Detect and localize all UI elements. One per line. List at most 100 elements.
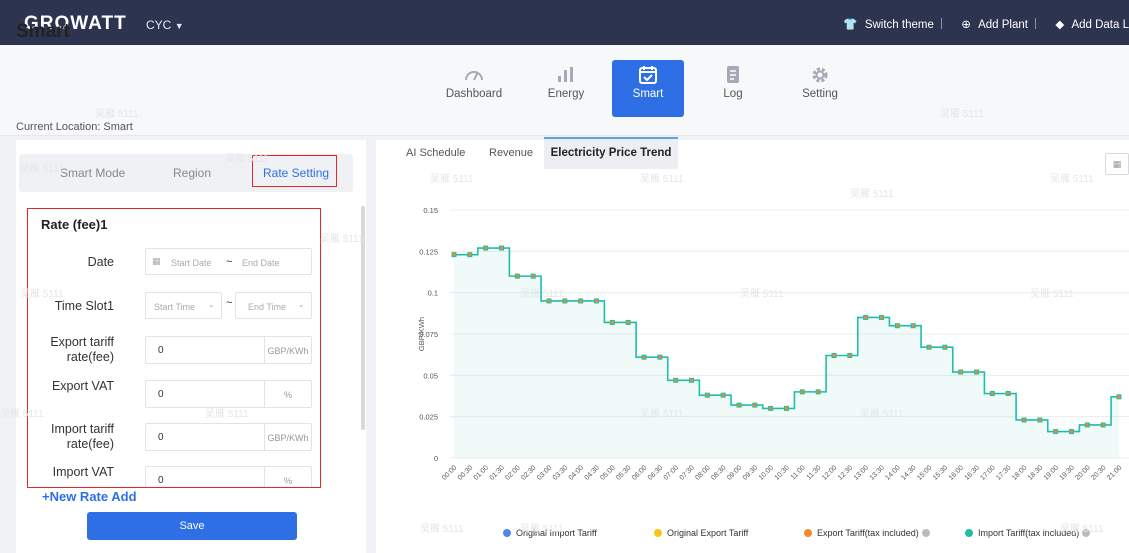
- switch-theme-button[interactable]: 👕 Switch theme: [839, 19, 937, 31]
- import-tariff-input[interactable]: 0 GBP/KWh: [145, 423, 312, 451]
- x-tick-label: 00:30: [457, 464, 474, 481]
- range-separator: ~: [226, 256, 233, 268]
- export-tariff-point: [721, 393, 725, 397]
- export-tariff-value: 0: [158, 345, 164, 356]
- export-tariff-point: [705, 393, 709, 397]
- export-tariff-point: [737, 403, 741, 407]
- export-tariff-point: [674, 378, 678, 382]
- date-range-picker[interactable]: ▦ Start Date ~ End Date: [145, 248, 312, 275]
- nav-setting[interactable]: Setting: [784, 60, 856, 117]
- tab-ai-schedule[interactable]: AI Schedule: [406, 147, 465, 159]
- nav-dashboard[interactable]: Dashboard: [438, 60, 510, 117]
- import-vat-input[interactable]: 0 %: [145, 466, 312, 487]
- export-tariff-point: [800, 390, 804, 394]
- export-tariff-point: [1085, 423, 1089, 427]
- export-tariff-input[interactable]: 0 GBP/KWh: [145, 336, 312, 364]
- add-plant-label: Add Plant: [978, 19, 1028, 31]
- end-time-select[interactable]: End Time ⌄: [235, 292, 312, 319]
- export-tariff-point: [1038, 418, 1042, 422]
- legend-dot: [654, 529, 662, 537]
- divider: [941, 18, 943, 29]
- x-tick-label: 10:00: [758, 464, 775, 481]
- legend-dot: [503, 529, 511, 537]
- x-tick-label: 04:00: [568, 464, 585, 481]
- end-time-placeholder: End Time: [248, 302, 287, 312]
- start-date-placeholder: Start Date: [171, 258, 212, 268]
- legend-export-tax[interactable]: Export Tariff(tax included): [804, 528, 930, 538]
- x-tick-label: 21:00: [1106, 464, 1123, 481]
- export-tariff-point: [658, 355, 662, 359]
- export-tariff-point: [452, 253, 456, 257]
- nav-label: Energy: [547, 88, 585, 100]
- import-vat-value: 0: [158, 475, 164, 486]
- x-tick-label: 08:00: [694, 464, 711, 481]
- watermark-text: 吴雁 5111: [20, 164, 64, 175]
- x-tick-label: 03:00: [536, 464, 553, 481]
- plant-selector[interactable]: CYC ▼: [146, 18, 184, 32]
- tab-region[interactable]: Region: [173, 166, 211, 180]
- bar-chart-icon: [558, 67, 573, 82]
- nav-energy[interactable]: Energy: [530, 60, 602, 117]
- rate-form: Rate (fee)1 Date ▦ Start Date ~ End Date…: [27, 208, 321, 488]
- new-rate-add-link[interactable]: +New Rate Add: [42, 489, 137, 504]
- x-tick-label: 18:00: [1011, 464, 1028, 481]
- x-tick-label: 17:30: [995, 464, 1012, 481]
- x-tick-label: 11:30: [806, 464, 823, 481]
- export-tariff-point: [1054, 430, 1058, 434]
- nav-label: Log: [723, 88, 743, 100]
- date-picker-button[interactable]: ▦: [1105, 153, 1129, 175]
- x-tick-label: 01:00: [473, 464, 490, 481]
- export-tariff-point: [816, 390, 820, 394]
- tab-electricity-price-trend[interactable]: Electricity Price Trend: [544, 137, 678, 169]
- y-tick-label: 0.1: [428, 289, 438, 298]
- watermark-text: 吴雁 5111: [430, 174, 474, 185]
- save-button[interactable]: Save: [87, 512, 297, 540]
- x-tick-label: 12:30: [837, 464, 854, 481]
- add-datalogger-button[interactable]: ◆ Add Data L: [1051, 19, 1129, 31]
- start-time-select[interactable]: Start Time ⌄: [145, 292, 222, 319]
- x-tick-label: 08:30: [710, 464, 727, 481]
- export-tariff-point: [895, 324, 899, 328]
- import-tariff-label-line1: Import tariff: [51, 422, 114, 436]
- x-tick-label: 19:30: [1059, 464, 1076, 481]
- export-tariff-point: [975, 370, 978, 374]
- chevron-down-icon: ⌄: [208, 300, 215, 309]
- watermark-text: 吴雁 5111: [640, 174, 684, 185]
- tab-smart-mode[interactable]: Smart Mode: [60, 166, 125, 180]
- y-tick-label: 0.15: [423, 206, 438, 215]
- nav-smart[interactable]: Smart: [612, 60, 684, 117]
- watermark-text: 吴雁 5111: [1030, 289, 1074, 300]
- time-range-separator: ~: [226, 297, 233, 309]
- info-icon[interactable]: [921, 529, 930, 537]
- export-tariff-point: [880, 315, 883, 319]
- import-vat-unit: %: [264, 467, 311, 487]
- export-tariff-point: [753, 403, 757, 407]
- x-tick-label: 01:30: [489, 464, 506, 481]
- watermark-text: 吴雁 5111: [320, 234, 364, 245]
- export-tariff-point: [500, 246, 503, 250]
- watermark-text: 吴雁 5111: [860, 409, 904, 420]
- export-vat-value: 0: [158, 389, 164, 400]
- calendar-icon: ▦: [152, 256, 161, 266]
- watermark-text: 吴雁 5111: [520, 289, 564, 300]
- watermark-text: 吴雁 5111: [95, 109, 139, 120]
- tab-revenue[interactable]: Revenue: [489, 147, 533, 159]
- export-vat-input[interactable]: 0 %: [145, 380, 312, 408]
- x-tick-label: 04:30: [584, 464, 601, 481]
- watermark-text: 吴雁 5111: [640, 409, 684, 420]
- export-tariff-point: [690, 378, 693, 382]
- time-slot-label: Time Slot1: [54, 299, 114, 313]
- export-tariff-point: [1070, 430, 1073, 434]
- export-tariff-point: [927, 345, 931, 349]
- x-tick-label: 06:30: [647, 464, 664, 481]
- nav-log[interactable]: Log: [697, 60, 769, 117]
- legend-dot: [804, 529, 812, 537]
- x-tick-label: 05:30: [615, 464, 632, 481]
- plant-name: CYC: [146, 18, 172, 32]
- legend-original-export[interactable]: Original Export Tariff: [654, 528, 748, 538]
- watermark-text: 吴雁 5111: [205, 409, 249, 420]
- export-tariff-point: [642, 355, 646, 359]
- calendar-icon: ▦: [1112, 159, 1122, 169]
- add-plant-button[interactable]: ⊕ Add Plant: [957, 19, 1031, 31]
- export-tariff-point: [911, 324, 915, 328]
